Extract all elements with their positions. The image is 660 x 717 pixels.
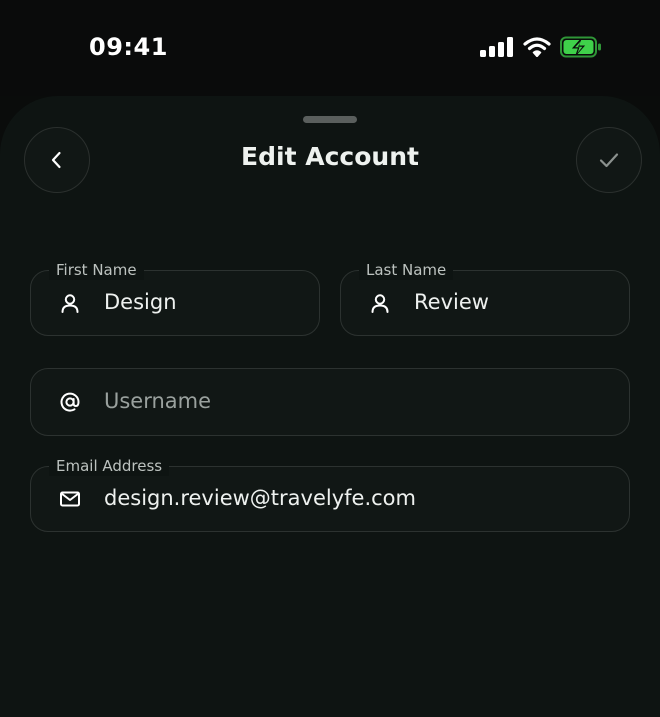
mail-icon [60, 491, 80, 507]
at-icon [60, 392, 80, 412]
battery-charging-icon [560, 36, 601, 58]
status-icons [480, 36, 602, 58]
page-title: Edit Account [241, 142, 419, 171]
first-name-field[interactable]: First Name Design [30, 260, 320, 336]
username-field[interactable]: Username [30, 368, 630, 436]
status-bar: 09:41 [0, 0, 660, 96]
wifi-icon [523, 37, 551, 57]
user-icon [371, 294, 389, 313]
status-time: 09:41 [89, 33, 168, 61]
edit-account-sheet: Edit Account First Name Design Last Name… [0, 96, 660, 717]
confirm-button[interactable] [576, 127, 642, 193]
sheet-grabber[interactable] [303, 116, 357, 123]
first-name-value: Design [104, 290, 177, 314]
user-icon [61, 294, 79, 313]
username-placeholder: Username [104, 389, 212, 413]
email-field[interactable]: Email Address design.review@travelyfe.co… [30, 456, 630, 532]
last-name-value: Review [414, 290, 489, 314]
signal-icon [480, 37, 513, 57]
email-value: design.review@travelyfe.com [104, 486, 416, 510]
last-name-field[interactable]: Last Name Review [340, 260, 630, 336]
checkmark-icon [599, 153, 619, 168]
